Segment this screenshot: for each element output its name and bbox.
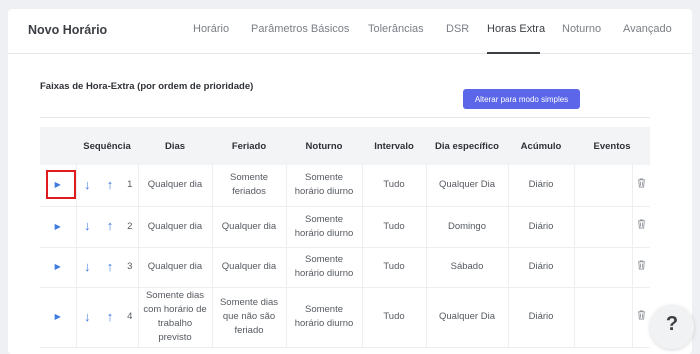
cell-intervalo: Tudo: [362, 287, 427, 348]
sequence-number: 1: [122, 165, 139, 207]
expand-row-icon[interactable]: ▶: [55, 262, 61, 271]
expand-row-icon[interactable]: ▶: [55, 312, 61, 321]
cell-dias: Somente dias com horário de trabalho pre…: [138, 287, 213, 348]
cell-acumulo: Diário: [508, 287, 575, 348]
page-header: Novo Horário Horário Parâmetros Básicos …: [8, 9, 692, 54]
highlight-box: [46, 170, 76, 199]
overtime-table: Sequência Dias Feriado Noturno Intervalo…: [40, 127, 650, 348]
active-tab-indicator: [487, 52, 540, 54]
tab-parametros-basicos[interactable]: Parâmetros Básicos: [251, 23, 349, 35]
cell-feriado: Somente dias que não são feriado: [212, 287, 287, 348]
move-down-icon[interactable]: ↓: [84, 177, 91, 192]
expand-row-icon[interactable]: ▶: [55, 222, 61, 231]
cell-dias: Qualquer dia: [138, 247, 213, 288]
move-up-icon[interactable]: ↑: [107, 259, 114, 274]
col-header-intervalo: Intervalo: [374, 140, 414, 152]
cell-intervalo: Tudo: [362, 206, 427, 248]
cell-eventos: [574, 287, 633, 348]
help-button[interactable]: ?: [650, 305, 694, 349]
simple-mode-button[interactable]: Alterar para modo simples: [463, 89, 580, 109]
cell-eventos: [574, 247, 633, 288]
tab-horas-extra[interactable]: Horas Extra: [487, 23, 545, 35]
move-down-icon[interactable]: ↓: [84, 218, 91, 233]
tab-horario[interactable]: Horário: [193, 23, 229, 35]
cell-dias: Qualquer dia: [138, 206, 213, 248]
table-row: ▶ ↓ ↑ 3 Qualquer dia Qualquer dia Soment…: [40, 247, 650, 288]
col-header-eventos: Eventos: [593, 140, 631, 152]
sequence-number: 2: [122, 206, 139, 248]
cell-feriado: Somente feriados: [212, 165, 287, 207]
expand-col-header: [40, 127, 76, 165]
cell-noturno: Somente horário diurno: [286, 206, 363, 248]
sequence-number: 4: [122, 287, 139, 348]
cell-noturno: Somente horário diurno: [286, 165, 363, 207]
cell-dias: Qualquer dia: [138, 165, 213, 207]
cell-eventos: [574, 165, 633, 207]
expand-cell[interactable]: ▶: [40, 247, 77, 288]
col-header-dia-especifico: Dia específico: [435, 140, 499, 152]
cell-acumulo: Diário: [508, 206, 575, 248]
cell-intervalo: Tudo: [362, 247, 427, 288]
cell-noturno: Somente horário diurno: [286, 247, 363, 288]
col-header-feriado: Feriado: [231, 140, 267, 152]
col-header-acumulo: Acúmulo: [520, 140, 562, 152]
cell-eventos: [574, 206, 633, 248]
trash-icon[interactable]: [637, 260, 646, 270]
move-up-icon[interactable]: ↑: [107, 177, 114, 192]
sequence-number: 3: [122, 247, 139, 288]
expand-cell[interactable]: ▶: [40, 287, 77, 348]
trash-icon[interactable]: [637, 310, 646, 320]
page-title: Novo Horário: [28, 23, 108, 37]
cell-acumulo: Diário: [508, 165, 575, 207]
col-header-sequencia: Sequência: [83, 140, 131, 152]
move-up-icon[interactable]: ↑: [107, 218, 114, 233]
tab-tolerancias[interactable]: Tolerâncias: [368, 23, 424, 35]
table-row: ▶ ↓ ↑ 1 Qualquer dia Somente feriados So…: [40, 165, 650, 207]
cell-dia-especifico: Qualquer Dia: [426, 165, 509, 207]
cell-noturno: Somente horário diurno: [286, 287, 363, 348]
table-row: ▶ ↓ ↑ 4 Somente dias com horário de trab…: [40, 287, 650, 348]
cell-acumulo: Diário: [508, 247, 575, 288]
expand-cell[interactable]: ▶: [40, 206, 77, 248]
tab-avancado[interactable]: Avançado: [623, 23, 672, 35]
section-divider: [40, 117, 650, 118]
cell-intervalo: Tudo: [362, 165, 427, 207]
table-header-row: Sequência Dias Feriado Noturno Intervalo…: [40, 127, 650, 165]
table-row: ▶ ↓ ↑ 2 Qualquer dia Qualquer dia Soment…: [40, 206, 650, 248]
trash-icon[interactable]: [637, 219, 646, 229]
col-header-dias: Dias: [164, 140, 186, 152]
trash-icon[interactable]: [637, 178, 646, 188]
cell-dia-especifico: Domingo: [426, 206, 509, 248]
move-up-icon[interactable]: ↑: [107, 309, 114, 324]
cell-feriado: Qualquer dia: [212, 247, 287, 288]
tab-noturno[interactable]: Noturno: [562, 23, 601, 35]
cell-feriado: Qualquer dia: [212, 206, 287, 248]
section-title: Faixas de Hora-Extra (por ordem de prior…: [40, 81, 254, 92]
move-down-icon[interactable]: ↓: [84, 309, 91, 324]
col-header-noturno: Noturno: [305, 140, 343, 152]
move-down-icon[interactable]: ↓: [84, 259, 91, 274]
cell-dia-especifico: Sábado: [426, 247, 509, 288]
cell-dia-especifico: Qualquer Dia: [426, 287, 509, 348]
tab-dsr[interactable]: DSR: [446, 23, 469, 35]
